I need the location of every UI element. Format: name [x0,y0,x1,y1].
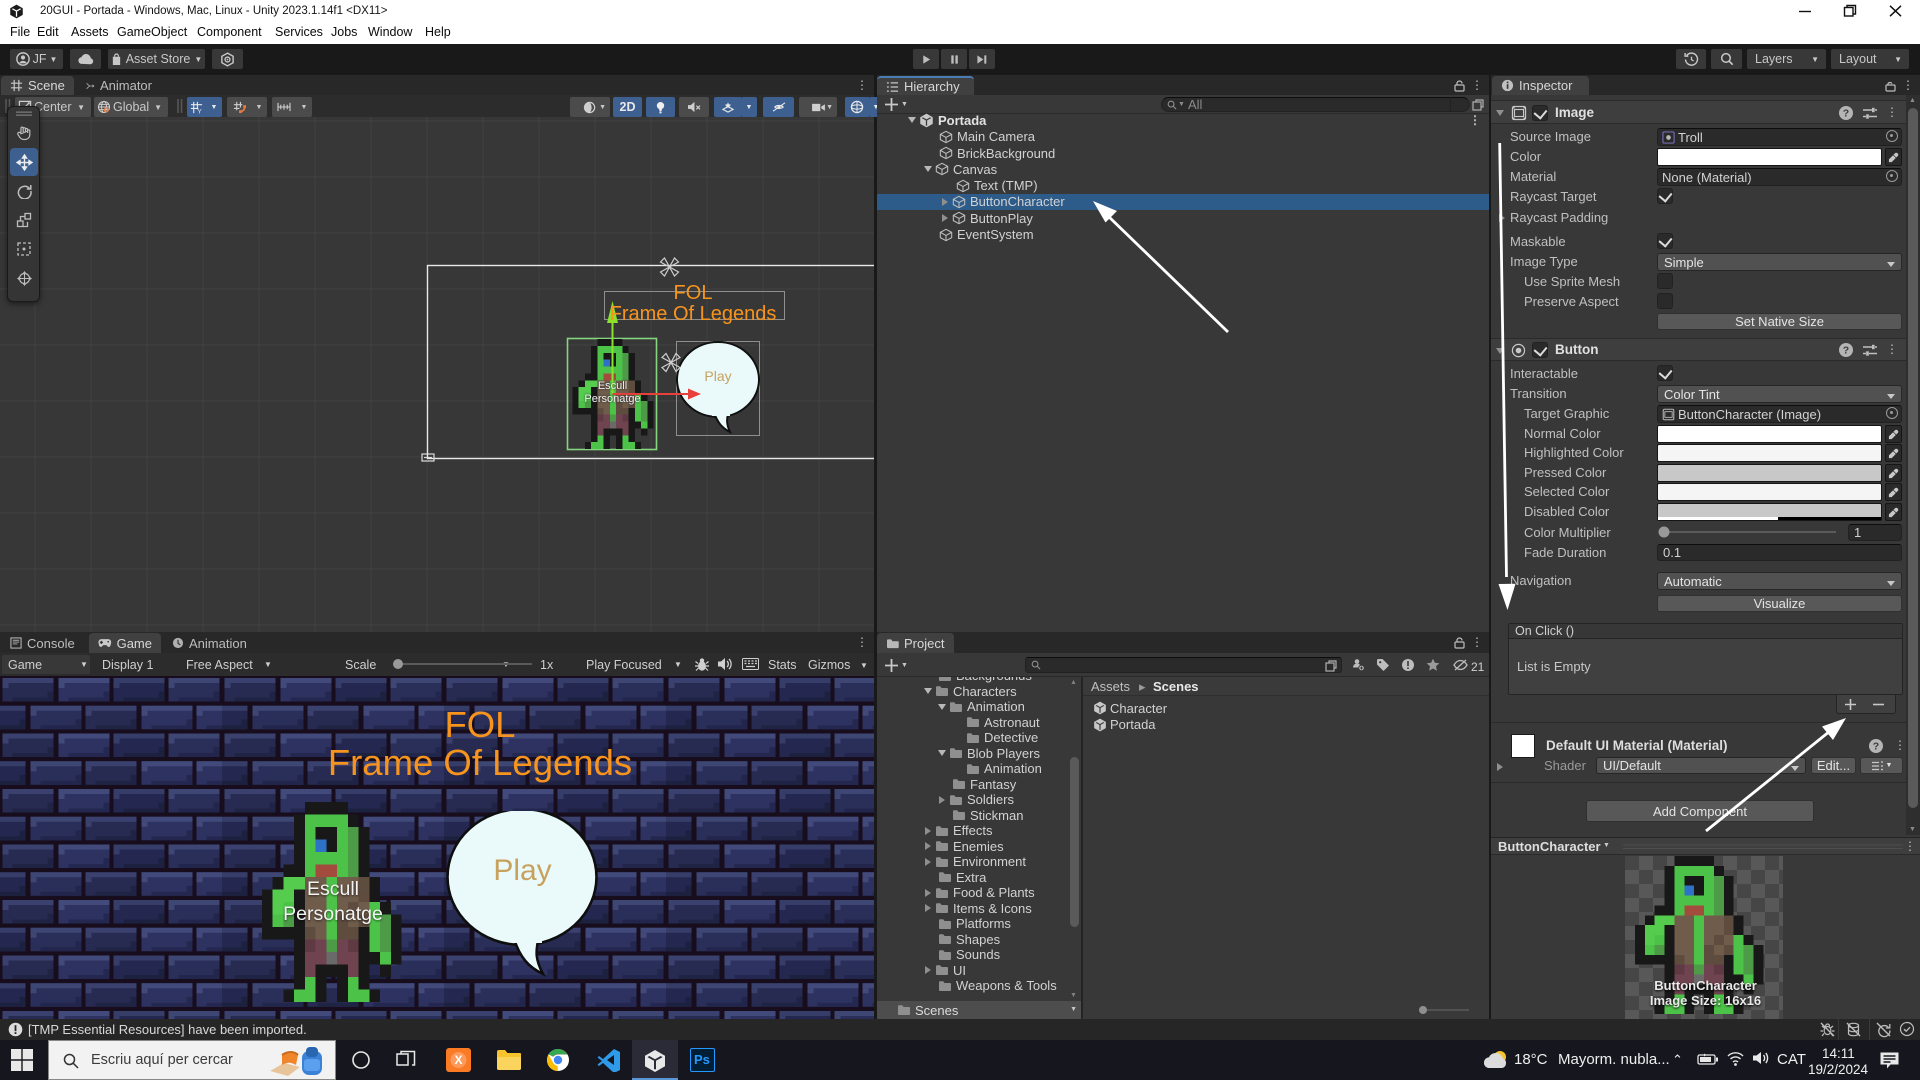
svg-text:?: ? [1843,345,1849,357]
svg-text:?: ? [1873,741,1879,753]
svg-text:Y: Y [197,108,202,113]
svg-text:X: X [454,1053,462,1067]
svg-text:?: ? [1843,108,1849,120]
